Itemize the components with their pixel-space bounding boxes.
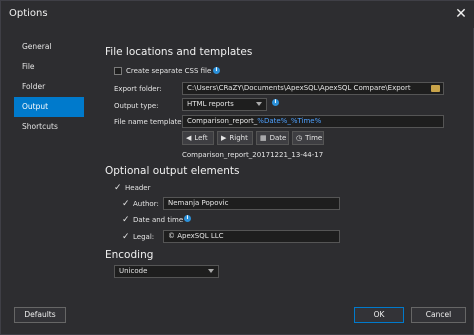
close-icon[interactable]: ✕ [451, 4, 471, 24]
info-icon: i [272, 99, 279, 106]
legal-input[interactable]: © ApexSQL LLC [163, 230, 340, 243]
insert-date-button[interactable]: ▦ Date [256, 131, 289, 145]
insert-left-button[interactable]: ◀ Left [182, 131, 214, 145]
ok-button[interactable]: OK [354, 307, 404, 323]
output-type-value: HTML reports [187, 100, 234, 108]
date-time-checkmark-icon[interactable]: ✓ [122, 215, 130, 225]
arrow-right-icon: ▶ [221, 134, 227, 142]
window-title: Options [9, 8, 48, 19]
info-icon: i [213, 67, 220, 74]
author-label: Author: [133, 200, 159, 208]
header-checkmark-icon[interactable]: ✓ [114, 183, 122, 193]
file-name-template-label: File name template: [114, 118, 184, 126]
time-button-label: Time [305, 134, 323, 142]
options-nav: General File Folder Output Shortcuts [14, 37, 84, 137]
encoding-heading: Encoding [105, 249, 154, 261]
title-bar: Options ✕ [1, 1, 474, 28]
arrow-left-icon: ◀ [186, 134, 192, 142]
insert-right-button[interactable]: ▶ Right [217, 131, 253, 145]
options-window: Options ✕ General File Folder Output Sho… [0, 0, 474, 335]
calendar-icon: ▦ [260, 134, 267, 142]
defaults-button[interactable]: Defaults [14, 307, 66, 323]
optional-elements-heading: Optional output elements [105, 165, 240, 177]
date-button-label: Date [269, 134, 287, 142]
template-preview: Comparison_report_20171221_13-44-17 [182, 151, 324, 159]
create-css-label: Create separate CSS file [126, 67, 212, 75]
export-folder-input[interactable]: C:\Users\CRaZY\Documents\ApexSQL\ApexSQL… [182, 82, 444, 95]
export-folder-label: Export folder: [114, 85, 162, 93]
template-tokens: %Date%_%Time% [257, 117, 322, 125]
date-time-label: Date and time [133, 216, 184, 224]
legal-value: © ApexSQL LLC [168, 232, 224, 240]
file-name-template-input[interactable]: Comparison_report_%Date%_%Time% [182, 115, 444, 128]
author-input[interactable]: Nemanja Popovic [163, 197, 340, 210]
right-button-label: Right [229, 134, 248, 142]
left-button-label: Left [194, 134, 208, 142]
encoding-value: Unicode [119, 267, 148, 275]
nav-item-folder[interactable]: Folder [14, 77, 84, 97]
nav-item-shortcuts[interactable]: Shortcuts [14, 117, 84, 137]
insert-time-button[interactable]: ◷ Time [292, 131, 324, 145]
legal-checkmark-icon[interactable]: ✓ [122, 232, 130, 242]
folder-icon[interactable] [431, 85, 440, 92]
create-css-checkbox[interactable] [114, 67, 122, 75]
chevron-down-icon [256, 102, 262, 106]
nav-item-general[interactable]: General [14, 37, 84, 57]
output-type-label: Output type: [114, 102, 159, 110]
file-locations-heading: File locations and templates [105, 46, 253, 58]
info-icon: i [184, 215, 191, 222]
encoding-select[interactable]: Unicode [114, 265, 219, 278]
legal-label: Legal: [133, 233, 155, 241]
nav-item-output[interactable]: Output [14, 97, 84, 117]
clock-icon: ◷ [296, 134, 303, 142]
chevron-down-icon [208, 269, 214, 273]
nav-item-file[interactable]: File [14, 57, 84, 77]
author-value: Nemanja Popovic [168, 199, 229, 207]
author-checkmark-icon[interactable]: ✓ [122, 199, 130, 209]
header-label: Header [125, 184, 151, 192]
export-folder-value: C:\Users\CRaZY\Documents\ApexSQL\ApexSQL… [187, 84, 411, 92]
template-prefix: Comparison_report_ [187, 117, 258, 125]
cancel-button[interactable]: Cancel [411, 307, 466, 323]
output-type-select[interactable]: HTML reports [182, 98, 267, 111]
